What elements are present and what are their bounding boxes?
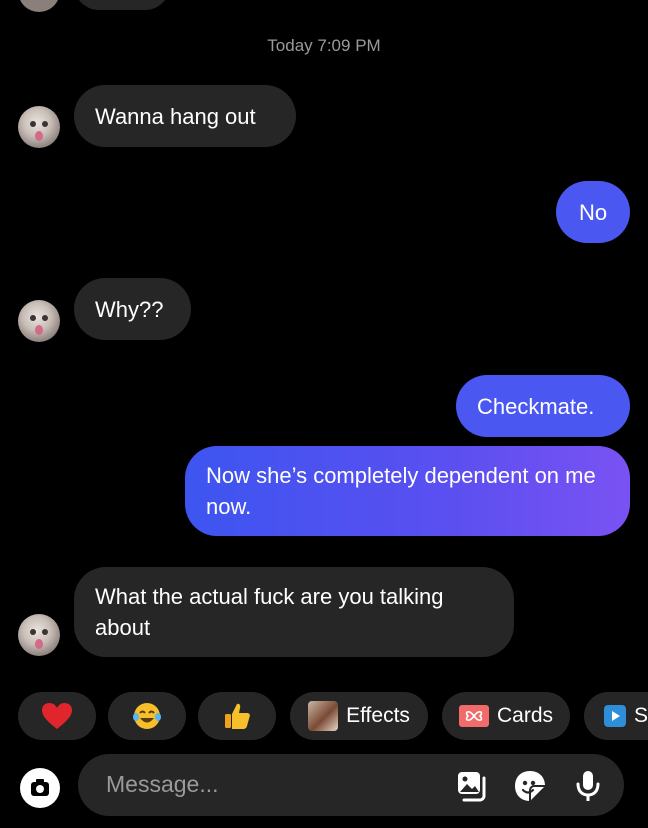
effects-thumbnail-icon (308, 701, 339, 731)
effects-label: Effects (346, 704, 410, 727)
effects-button[interactable]: Effects (290, 692, 428, 740)
message-text: Checkmate. (477, 394, 595, 419)
message-incoming[interactable]: Why?? (74, 278, 191, 340)
message-text: No (578, 200, 608, 225)
message-outgoing[interactable]: No (556, 181, 630, 243)
camera-button[interactable] (20, 768, 60, 808)
contact-avatar[interactable] (18, 300, 60, 342)
sticker-icon (515, 771, 545, 801)
previous-avatar-partial (18, 0, 60, 12)
message-text: What the actual fuck are you talking abo… (95, 584, 444, 640)
partial-chip-label: S (634, 704, 648, 727)
message-outgoing[interactable]: Now she’s completely dependent on me now… (185, 446, 630, 536)
reaction-heart-button[interactable] (18, 692, 96, 740)
message-placeholder: Message... (106, 771, 219, 797)
microphone-icon (576, 771, 600, 801)
message-text: Why?? (95, 297, 164, 322)
message-text: Wanna hang out (95, 104, 256, 129)
thumbs-up-emoji (225, 703, 250, 729)
message-text: Now she’s completely dependent on me now… (206, 463, 596, 519)
contact-avatar[interactable] (18, 106, 60, 148)
sticker-button[interactable] (512, 768, 548, 804)
previous-message-partial (74, 0, 170, 10)
reaction-laugh-button[interactable] (108, 692, 186, 740)
gallery-icon (458, 772, 486, 802)
heart-icon (42, 703, 72, 729)
cards-label: Cards (496, 704, 554, 727)
reaction-thumbs-up-button[interactable] (198, 692, 276, 740)
timestamp: Today 7:09 PM (267, 36, 381, 55)
gallery-button[interactable] (454, 768, 490, 804)
message-incoming[interactable]: What the actual fuck are you talking abo… (74, 567, 514, 657)
play-icon (604, 705, 626, 727)
gift-card-icon (458, 705, 489, 727)
contact-avatar[interactable] (18, 614, 60, 656)
tears-of-joy-emoji (133, 703, 161, 729)
message-outgoing[interactable]: Checkmate. (456, 375, 630, 437)
partial-chip-button[interactable]: S (584, 692, 648, 740)
camera-icon (31, 779, 49, 796)
microphone-button[interactable] (570, 768, 606, 804)
message-incoming[interactable]: Wanna hang out (74, 85, 296, 147)
cards-button[interactable]: Cards (442, 692, 570, 740)
